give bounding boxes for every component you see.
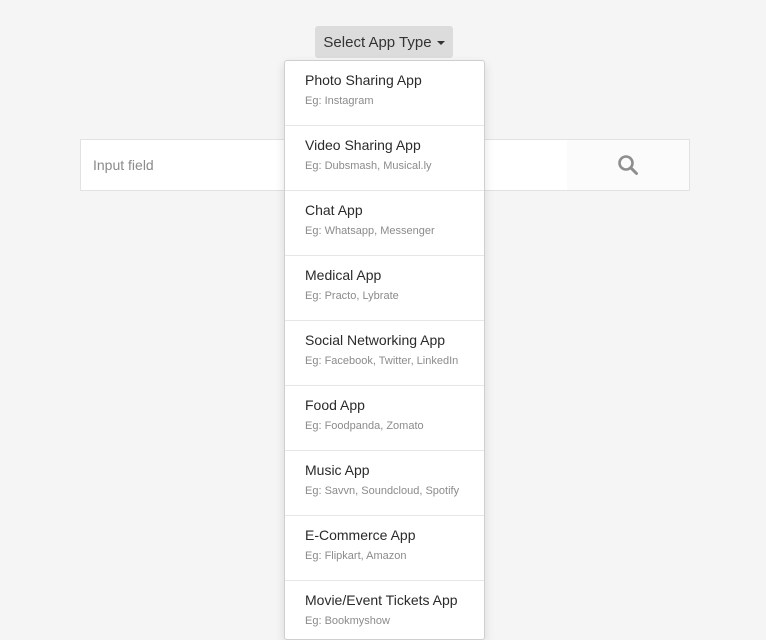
menu-item-title: Social Networking App (305, 332, 446, 348)
menu-item-movie-event-tickets[interactable]: Movie/Event Tickets App Eg: Bookmyshow (285, 581, 484, 639)
menu-item-title: Video Sharing App (305, 137, 421, 153)
caret-down-icon (436, 41, 445, 45)
menu-item-title: Medical App (305, 267, 382, 283)
menu-item-example: Eg: Dubsmash, Musical.ly (305, 160, 432, 172)
menu-item-photo-sharing[interactable]: Photo Sharing App Eg: Instagram (285, 61, 484, 126)
menu-item-chat[interactable]: Chat App Eg: Whatsapp, Messenger (285, 191, 484, 256)
search-button[interactable] (567, 140, 689, 190)
menu-item-example: Eg: Instagram (305, 95, 374, 107)
menu-item-food[interactable]: Food App Eg: Foodpanda, Zomato (285, 386, 484, 451)
menu-item-example: Eg: Foodpanda, Zomato (305, 420, 424, 432)
menu-item-title: Food App (305, 397, 365, 413)
search-icon (618, 155, 638, 175)
select-app-type-button[interactable]: Select App Type (315, 26, 453, 58)
menu-item-video-sharing[interactable]: Video Sharing App Eg: Dubsmash, Musical.… (285, 126, 484, 191)
menu-item-music[interactable]: Music App Eg: Savvn, Soundcloud, Spotify (285, 451, 484, 516)
menu-item-e-commerce[interactable]: E-Commerce App Eg: Flipkart, Amazon (285, 516, 484, 581)
menu-item-social-networking[interactable]: Social Networking App Eg: Facebook, Twit… (285, 321, 484, 386)
menu-item-example: Eg: Whatsapp, Messenger (305, 225, 435, 237)
menu-item-example: Eg: Practo, Lybrate (305, 290, 399, 302)
menu-item-example: Eg: Flipkart, Amazon (305, 550, 407, 562)
menu-item-medical[interactable]: Medical App Eg: Practo, Lybrate (285, 256, 484, 321)
menu-item-example: Eg: Bookmyshow (305, 615, 390, 627)
app-type-dropdown-menu: Photo Sharing App Eg: Instagram Video Sh… (284, 60, 485, 640)
menu-item-title: Photo Sharing App (305, 72, 422, 88)
menu-item-title: E-Commerce App (305, 527, 416, 543)
menu-item-title: Movie/Event Tickets App (305, 592, 458, 608)
select-app-type-label: Select App Type (323, 33, 432, 51)
menu-item-example: Eg: Facebook, Twitter, LinkedIn (305, 355, 459, 367)
menu-item-title: Music App (305, 462, 370, 478)
menu-item-example: Eg: Savvn, Soundcloud, Spotify (305, 485, 460, 497)
menu-item-title: Chat App (305, 202, 363, 218)
